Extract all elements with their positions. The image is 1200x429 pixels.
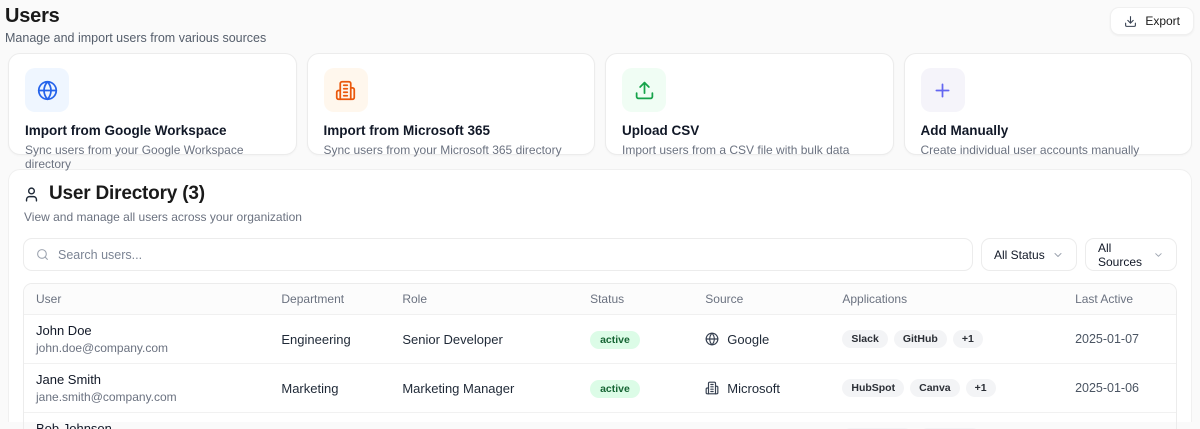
card-title: Upload CSV — [622, 123, 877, 138]
user-email: jane.smith@company.com — [36, 390, 257, 404]
export-button-label: Export — [1145, 14, 1180, 28]
column-header: Last Active — [1063, 284, 1176, 315]
page-header: Users Manage and import users from vario… — [0, 0, 1200, 53]
source-cell: Google — [693, 315, 830, 364]
card-icon-box — [921, 68, 965, 112]
application-pill: Slack — [842, 330, 887, 348]
page-subtitle: Manage and import users from various sou… — [5, 31, 266, 45]
card-title: Import from Google Workspace — [25, 123, 280, 138]
department-cell: Sales — [269, 413, 390, 429]
plus-icon — [932, 80, 953, 101]
sources-filter-select[interactable]: All Sources — [1085, 238, 1177, 271]
application-pill: GitHub — [894, 330, 947, 348]
search-box — [23, 238, 973, 271]
status-filter-value: All Status — [994, 248, 1045, 262]
upload-icon — [634, 80, 655, 101]
directory-title: User Directory (3) — [49, 183, 205, 205]
user-cell: John Doe john.doe@company.com — [24, 315, 269, 364]
import-card-1[interactable]: Import from Google WorkspaceSync users f… — [8, 53, 297, 155]
application-pill: +1 — [953, 330, 983, 348]
last-active-cell: 2024-12-20 — [1063, 413, 1176, 429]
status-filter-select[interactable]: All Status — [981, 238, 1077, 271]
globe-icon — [37, 80, 58, 101]
download-icon — [1124, 15, 1137, 28]
status-cell: active — [578, 364, 693, 413]
card-description: Import users from a CSV file with bulk d… — [622, 143, 877, 157]
users-table-container: UserDepartmentRoleStatusSourceApplicatio… — [23, 283, 1177, 429]
card-title: Add Manually — [921, 123, 1176, 138]
card-description: Create individual user accounts manually — [921, 143, 1176, 157]
role-cell: Sales Representative — [390, 413, 578, 429]
search-icon — [36, 248, 49, 261]
building-icon — [705, 381, 719, 395]
role-cell: Marketing Manager — [390, 364, 578, 413]
user-directory-section: User Directory (3) View and manage all u… — [8, 169, 1192, 422]
import-card-2[interactable]: Import from Microsoft 365 Sync users from… — [307, 53, 596, 155]
import-card-4[interactable]: Add Manually Create individual user accou… — [904, 53, 1193, 155]
chevron-down-icon — [1052, 249, 1064, 261]
table-header-row: UserDepartmentRoleStatusSourceApplicatio… — [24, 284, 1176, 315]
table-row[interactable]: Bob Johnsonbob.johnson@company.comSalesS… — [24, 413, 1176, 429]
column-header: Role — [390, 284, 578, 315]
chevron-down-icon — [1153, 249, 1164, 261]
application-pill: +1 — [966, 379, 996, 397]
department-cell: Engineering — [269, 315, 390, 364]
import-cards-row: Import from Google Workspace Sync users f… — [0, 53, 1200, 155]
source-label: Google — [727, 332, 769, 347]
table-row[interactable]: Jane Smith jane.smith@company.com Marketin… — [24, 364, 1176, 413]
column-header: Source — [693, 284, 830, 315]
last-active-cell: 2025-01-07 — [1063, 315, 1176, 364]
page-title: Users — [5, 5, 266, 28]
user-name: Bob Johnson — [36, 421, 257, 429]
user-cell: Jane Smith jane.smith@company.com — [24, 364, 269, 413]
search-input[interactable] — [58, 248, 960, 262]
users-page: Users Manage and import users from vario… — [0, 0, 1200, 429]
last-active-cell: 2025-01-06 — [1063, 364, 1176, 413]
card-icon-box — [25, 68, 69, 112]
card-description: Sync users from your Google Workspace di… — [25, 143, 280, 171]
table-row[interactable]: John Doejohn.doe@company.comEngineeringS… — [24, 315, 1176, 364]
card-title: Import from Microsoft 365 — [324, 123, 579, 138]
card-icon-box — [622, 68, 666, 112]
user-name: Jane Smith — [36, 372, 257, 387]
globe-icon — [705, 332, 719, 346]
user-icon — [23, 186, 40, 203]
users-table: UserDepartmentRoleStatusSourceApplicatio… — [24, 284, 1176, 429]
department-cell: Marketing — [269, 364, 390, 413]
column-header: Applications — [830, 284, 1063, 315]
directory-controls: All Status All Sources — [23, 238, 1177, 271]
user-email: john.doe@company.com — [36, 341, 257, 355]
user-cell: Bob Johnsonbob.johnson@company.com — [24, 413, 269, 429]
column-header: Department — [269, 284, 390, 315]
directory-subtitle: View and manage all users across your or… — [24, 210, 1177, 224]
status-badge: active — [590, 380, 640, 398]
application-pill: HubSpot — [842, 379, 904, 397]
source-label: Microsoft — [727, 381, 780, 396]
sources-filter-value: All Sources — [1098, 241, 1153, 269]
user-name: John Doe — [36, 323, 257, 338]
page-header-text: Users Manage and import users from vario… — [5, 5, 266, 45]
applications-cell: HubSpot Canva +1 — [830, 364, 1063, 413]
column-header: Status — [578, 284, 693, 315]
source-cell: Microsoft — [693, 364, 830, 413]
application-pill: Canva — [910, 379, 960, 397]
directory-title-row: User Directory (3) — [23, 183, 1177, 205]
building-icon — [335, 80, 356, 101]
applications-cell: SalesforceLinkedIn — [830, 413, 1063, 429]
import-card-3[interactable]: Upload CSV Import users from a CSV file w… — [605, 53, 894, 155]
applications-cell: Slack GitHub +1 — [830, 315, 1063, 364]
status-badge: active — [590, 331, 640, 349]
status-cell: inactive — [578, 413, 693, 429]
status-cell: active — [578, 315, 693, 364]
column-header: User — [24, 284, 269, 315]
card-icon-box — [324, 68, 368, 112]
source-cell: Manual — [693, 413, 830, 429]
export-button[interactable]: Export — [1110, 7, 1194, 35]
card-description: Sync users from your Microsoft 365 direc… — [324, 143, 579, 157]
role-cell: Senior Developer — [390, 315, 578, 364]
